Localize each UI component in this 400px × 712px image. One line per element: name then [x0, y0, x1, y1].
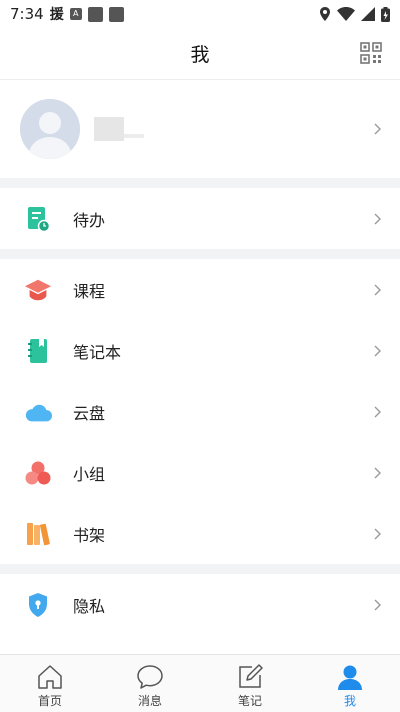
- tab-label-me: 我: [343, 694, 356, 708]
- notebook-icon: [24, 337, 52, 365]
- graduation-cap-icon: [24, 276, 52, 304]
- page-title: 我: [190, 44, 210, 66]
- section-divider: [0, 564, 400, 574]
- status-notif-icon: A: [69, 8, 82, 20]
- status-time: 7:34: [10, 5, 44, 23]
- group-icon: [24, 459, 52, 487]
- menu-item-todo[interactable]: 待办: [0, 188, 400, 249]
- chevron-right-icon: [374, 123, 381, 135]
- wifi-icon: [337, 7, 355, 21]
- menu-label-bookshelf: 书架: [73, 525, 106, 545]
- tab-home[interactable]: 首页: [0, 655, 100, 712]
- todo-icon: [24, 205, 52, 233]
- menu-item-cloud[interactable]: 云盘: [0, 381, 400, 442]
- avatar[interactable]: [20, 99, 80, 159]
- section-divider: [0, 178, 400, 188]
- shield-lock-icon: [24, 591, 52, 619]
- status-square-icon: [87, 6, 103, 22]
- qr-code-icon[interactable]: [360, 42, 382, 64]
- bottom-tab-bar: 首页 消息 笔记 我: [0, 654, 400, 712]
- bookshelf-icon: [24, 520, 52, 548]
- chevron-right-icon: [374, 599, 381, 610]
- note-edit-icon: [239, 664, 263, 688]
- menu-label-cloud: 云盘: [73, 403, 106, 423]
- tab-notes[interactable]: 笔记: [200, 655, 300, 712]
- menu-label-course: 课程: [73, 281, 106, 301]
- message-icon: [137, 665, 163, 689]
- tab-messages[interactable]: 消息: [100, 655, 200, 712]
- chevron-right-icon: [374, 406, 381, 417]
- default-avatar-icon: [20, 99, 80, 159]
- menu-label-group: 小组: [73, 464, 106, 484]
- tab-label-home: 首页: [37, 694, 62, 708]
- status-square-icon-2: [108, 6, 124, 22]
- home-icon: [38, 665, 62, 689]
- menu-item-privacy[interactable]: 隐私: [0, 574, 400, 635]
- username-redacted: [94, 117, 144, 141]
- chevron-right-icon: [374, 528, 381, 539]
- menu-label-todo: 待办: [73, 210, 106, 230]
- tab-label-notes: 笔记: [237, 694, 262, 708]
- menu-label-notebook: 笔记本: [73, 342, 122, 362]
- tab-me[interactable]: 我: [300, 655, 400, 712]
- battery-icon: [381, 6, 390, 22]
- profile-card[interactable]: [0, 80, 400, 178]
- menu-label-privacy: 隐私: [73, 596, 106, 616]
- section-divider: [0, 249, 400, 259]
- username-blur: [94, 117, 124, 141]
- status-bar: 7:34 援 A: [0, 0, 400, 28]
- chevron-right-icon: [374, 213, 381, 224]
- chevron-right-icon: [374, 345, 381, 356]
- status-app-icon: 援: [49, 7, 64, 23]
- menu-item-bookshelf[interactable]: 书架: [0, 503, 400, 564]
- person-icon: [338, 665, 362, 690]
- cloud-icon: [24, 398, 52, 426]
- signal-icon: [361, 7, 375, 21]
- page-header: 我: [0, 28, 400, 80]
- chevron-right-icon: [374, 467, 381, 478]
- tab-label-messages: 消息: [137, 694, 162, 708]
- location-icon: [320, 7, 330, 21]
- menu-item-group[interactable]: 小组: [0, 442, 400, 503]
- menu-item-notebook[interactable]: 笔记本: [0, 320, 400, 381]
- username-blur-2: [124, 134, 144, 138]
- menu-item-course[interactable]: 课程: [0, 259, 400, 320]
- chevron-right-icon: [374, 284, 381, 295]
